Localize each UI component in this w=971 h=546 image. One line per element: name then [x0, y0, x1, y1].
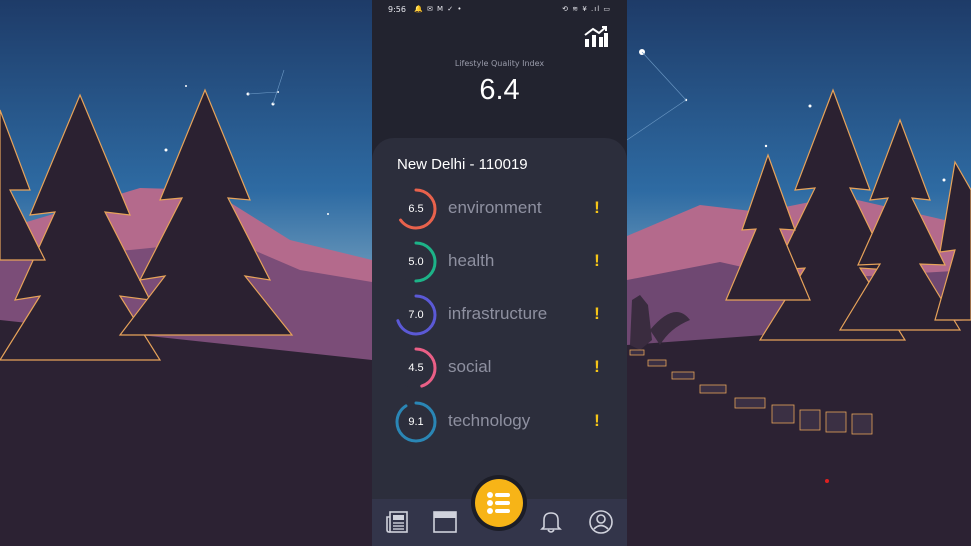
metric-row-technology[interactable]: 9.1 technology ! — [372, 400, 627, 446]
metric-row-infrastructure[interactable]: 7.0 infrastructure ! — [372, 293, 627, 339]
phone-screen: 9:56 🔔 ✉ M ✓ • ⟲ ≋ ¥ .ıl ▭ Lifestyle Qua… — [372, 0, 627, 546]
metric-name: infrastructure — [448, 304, 548, 323]
index-value: 6.4 — [479, 74, 520, 106]
metric-row-social[interactable]: 4.5 social ! — [372, 346, 627, 392]
red-dot — [825, 479, 829, 483]
checklist-button-face — [475, 479, 523, 527]
alert-icon[interactable]: ! — [590, 409, 604, 433]
alert-icon[interactable]: ! — [590, 302, 604, 326]
alert-icon[interactable]: ! — [590, 355, 604, 379]
bell-icon[interactable] — [538, 509, 564, 535]
metric-row-health[interactable]: 5.0 health ! — [372, 240, 627, 286]
metric-name: health — [448, 251, 495, 270]
metric-score: 7.0 — [408, 309, 424, 321]
profile-icon[interactable] — [588, 509, 614, 535]
metric-name: technology — [448, 411, 531, 430]
checklist-button[interactable] — [471, 475, 527, 531]
system-status-icons: ⟲ ≋ ¥ .ıl ▭ — [562, 5, 611, 13]
ground-right — [627, 320, 971, 546]
location-title: New Delhi - 110019 — [397, 156, 528, 173]
alert-icon[interactable]: ! — [590, 196, 604, 220]
metric-score: 5.0 — [408, 256, 424, 268]
metric-name: social — [448, 357, 492, 376]
metrics-card: New Delhi - 110019 6.5 environment ! 5.0… — [372, 138, 627, 518]
index-label: Lifestyle Quality Index — [454, 59, 545, 68]
alert-icon[interactable]: ! — [590, 249, 604, 273]
metric-score: 6.5 — [408, 203, 424, 215]
checklist-icon — [487, 492, 510, 514]
bar-chart-trend-icon[interactable] — [583, 25, 609, 49]
status-time: 9:56 — [388, 5, 406, 14]
metric-row-environment[interactable]: 6.5 environment ! — [372, 187, 627, 233]
browser-window-icon[interactable] — [432, 509, 458, 535]
newspaper-icon[interactable] — [384, 509, 410, 535]
metric-name: environment — [448, 198, 542, 217]
metric-score: 4.5 — [408, 362, 424, 374]
notification-icons: 🔔 ✉ M ✓ • — [414, 5, 463, 13]
status-bar: 9:56 🔔 ✉ M ✓ • ⟲ ≋ ¥ .ıl ▭ — [372, 0, 627, 22]
metric-score: 9.1 — [408, 416, 424, 428]
